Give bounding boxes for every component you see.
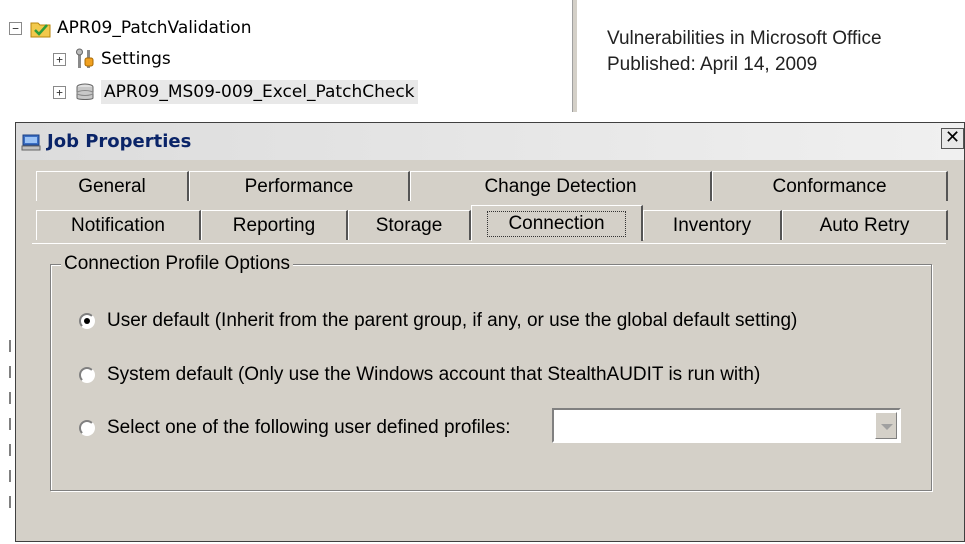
tree-label-patchcheck: APR09_MS09-009_Excel_PatchCheck <box>101 80 418 104</box>
tree-node-patchcheck[interactable]: + APR09_MS09-009_Excel_PatchCheck <box>53 78 418 106</box>
radio-user-default[interactable] <box>79 313 95 329</box>
settings-tools-icon <box>74 48 96 70</box>
tree-guide-line <box>9 340 11 520</box>
job-properties-icon <box>21 132 41 152</box>
tree-node-root[interactable]: − APR09_PatchValidation <box>9 14 251 42</box>
job-tree: − APR09_PatchValidation + Settings + APR… <box>0 0 572 112</box>
tab-inventory[interactable]: Inventory <box>643 210 782 240</box>
expand-icon[interactable]: + <box>53 85 66 99</box>
option-system-default-label: System default (Only use the Windows acc… <box>107 364 761 385</box>
tab-general[interactable]: General <box>36 171 189 201</box>
connection-profile-groupbox: Connection Profile Options User default … <box>50 253 932 491</box>
radio-system-default[interactable] <box>79 367 95 383</box>
option-user-default[interactable]: User default (Inherit from the parent gr… <box>79 310 797 332</box>
tab-reporting[interactable]: Reporting <box>201 210 348 240</box>
job-properties-dialog: Job Properties ✕ General Performance Cha… <box>15 122 965 542</box>
dialog-title: Job Properties <box>47 131 192 152</box>
tab-conformance[interactable]: Conformance <box>712 171 948 201</box>
tab-storage[interactable]: Storage <box>348 210 471 240</box>
chevron-down-icon[interactable] <box>875 412 897 439</box>
option-user-defined-profile[interactable]: Select one of the following user defined… <box>79 417 510 439</box>
description-published: Published: April 14, 2009 <box>607 54 818 75</box>
tab-auto-retry[interactable]: Auto Retry <box>782 210 948 240</box>
group-legend: Connection Profile Options <box>61 253 294 275</box>
connection-tab-panel: Connection Profile Options User default … <box>32 244 946 544</box>
tab-connection[interactable]: Connection <box>471 205 643 241</box>
collapse-icon[interactable]: − <box>9 21 22 35</box>
tree-label-root: APR09_PatchValidation <box>57 18 252 38</box>
job-description: Vulnerabilities in Microsoft Office Publ… <box>607 26 882 78</box>
profile-select[interactable] <box>552 408 901 443</box>
close-button[interactable]: ✕ <box>941 128 964 149</box>
tab-notification[interactable]: Notification <box>36 210 201 240</box>
option-system-default[interactable]: System default (Only use the Windows acc… <box>79 364 760 386</box>
option-user-default-label: User default (Inherit from the parent gr… <box>107 310 798 331</box>
tab-performance[interactable]: Performance <box>189 171 410 201</box>
tree-label-settings: Settings <box>101 49 171 69</box>
pane-splitter[interactable] <box>572 0 578 112</box>
radio-user-defined-profile[interactable] <box>79 420 95 436</box>
description-title: Vulnerabilities in Microsoft Office <box>607 28 882 49</box>
tree-node-settings[interactable]: + Settings <box>53 45 171 73</box>
tab-change-detection[interactable]: Change Detection <box>410 171 712 201</box>
option-user-defined-profile-label: Select one of the following user defined… <box>107 417 511 438</box>
folder-check-icon <box>30 17 52 39</box>
expand-icon[interactable]: + <box>53 52 66 66</box>
database-icon <box>74 81 96 103</box>
dialog-titlebar[interactable]: Job Properties ✕ <box>16 123 964 160</box>
